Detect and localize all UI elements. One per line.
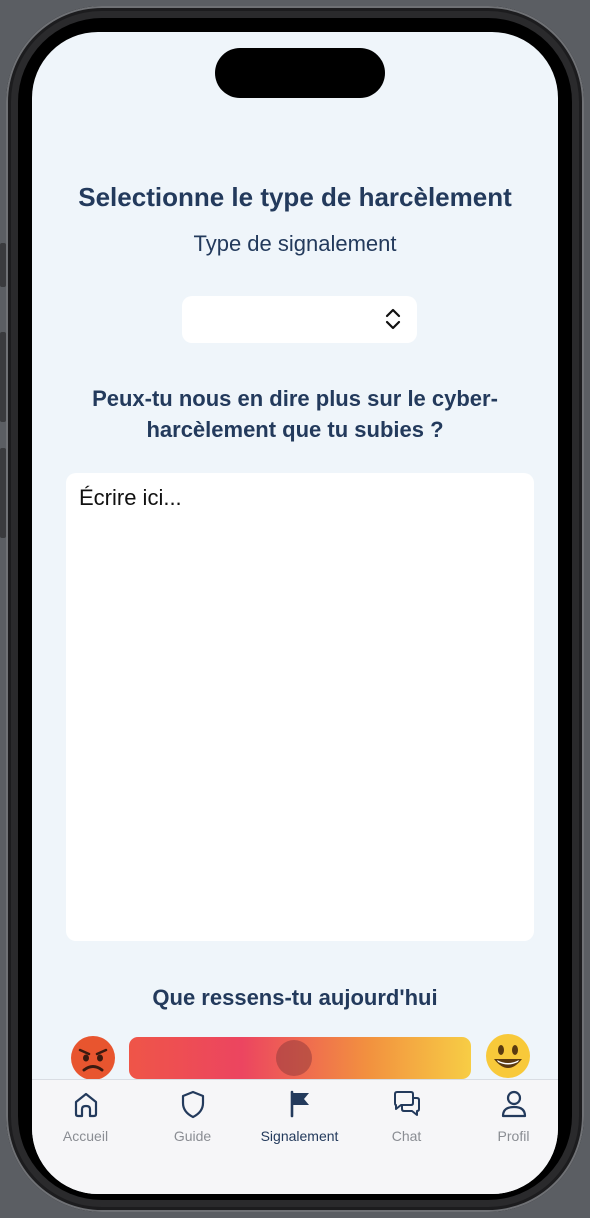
tab-bar: Accueil Guide Signalement Chat Profil (32, 1079, 558, 1194)
tab-label-guide: Guide (173, 1128, 212, 1144)
app-screen: Selectionne le type de harcèlement Type … (32, 32, 558, 1194)
page-title: Selectionne le type de harcèlement (78, 182, 512, 212)
home-icon (74, 1092, 97, 1118)
textarea-placeholder: Écrire ici... (79, 485, 182, 510)
shield-icon (181, 1090, 204, 1119)
tab-label-signalement: Signalement (260, 1128, 339, 1144)
smiling-face-icon (485, 1033, 531, 1079)
tab-signalement[interactable]: Signalement (247, 1088, 352, 1144)
tab-label-accueil: Accueil (62, 1128, 109, 1144)
report-type-label: Type de signalement (193, 231, 397, 256)
tab-accueil[interactable]: Accueil (33, 1088, 138, 1144)
tab-profil[interactable]: Profil (461, 1088, 558, 1144)
details-textarea[interactable]: Écrire ici... (66, 473, 534, 941)
slider-thumb[interactable] (276, 1040, 312, 1076)
chevron-up-down-icon (385, 308, 401, 330)
angry-face-icon (70, 1035, 116, 1081)
chat-bubbles-icon (393, 1091, 420, 1116)
report-type-picker[interactable] (182, 296, 417, 343)
flag-icon (290, 1090, 309, 1118)
feeling-label: Que ressens-tu aujourd'hui (152, 985, 438, 1010)
tab-chat[interactable]: Chat (354, 1088, 459, 1144)
feeling-slider[interactable] (129, 1037, 471, 1079)
dynamic-island (215, 48, 385, 98)
tab-label-profil: Profil (497, 1128, 530, 1144)
details-question: Peux-tu nous en dire plus sur le cyber-h… (92, 386, 498, 442)
person-icon (501, 1090, 526, 1118)
tab-label-chat: Chat (391, 1128, 422, 1144)
tab-guide[interactable]: Guide (140, 1088, 245, 1144)
